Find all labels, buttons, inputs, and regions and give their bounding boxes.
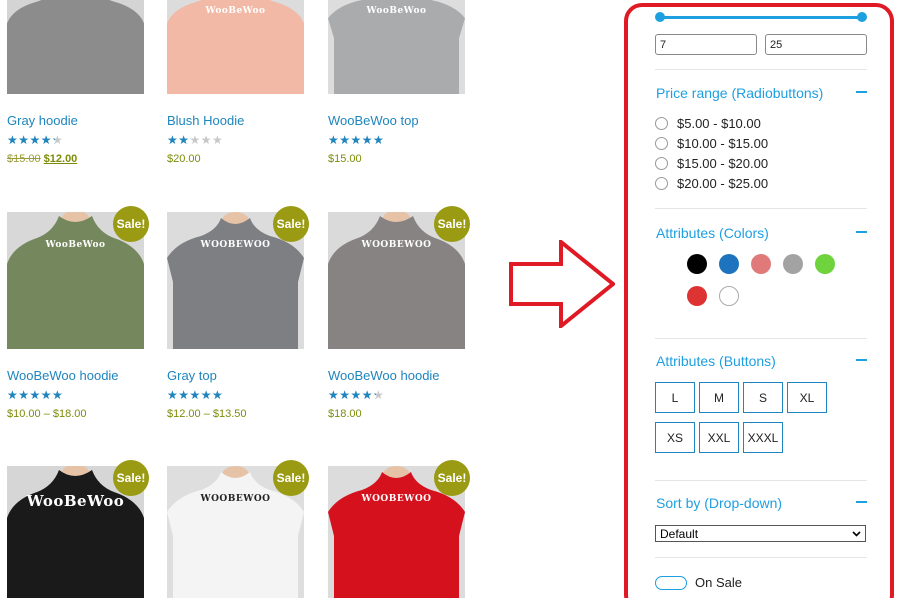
color-swatch[interactable] <box>687 254 707 274</box>
product-logo: WooBeWoo <box>366 6 427 16</box>
buttons-title[interactable]: Attributes (Buttons) <box>656 353 776 369</box>
size-button[interactable]: L <box>655 382 695 413</box>
price-range-label: $15.00 - $20.00 <box>677 155 769 171</box>
price-range-label: $10.00 - $15.00 <box>677 135 769 151</box>
product-logo: WooBeWoo <box>45 240 106 250</box>
size-button[interactable]: XXL <box>699 422 739 453</box>
divider <box>655 480 867 481</box>
product-logo: WOOBEWOO <box>200 240 271 250</box>
price-range-option[interactable]: $10.00 - $15.00 <box>655 135 768 151</box>
size-button[interactable]: M <box>699 382 739 413</box>
star-rating: ★★★★★★★★★★ <box>7 133 64 147</box>
product-price: $15.00 $12.00 <box>7 153 78 165</box>
price-range-label: $5.00 - $10.00 <box>677 115 761 131</box>
sale-badge: Sale! <box>434 206 470 242</box>
divider <box>655 69 867 70</box>
sale-badge: Sale! <box>434 460 470 496</box>
product-image[interactable]: WooBeWoo <box>167 0 304 94</box>
product-price: $18.00 <box>328 408 362 420</box>
product-image[interactable]: WooBeWoo <box>328 0 465 94</box>
chevron-down-icon <box>852 530 861 537</box>
radio-button[interactable] <box>655 116 668 130</box>
product-title[interactable]: WooBeWoo top <box>328 113 419 128</box>
sale-badge: Sale! <box>113 206 149 242</box>
collapse-icon[interactable] <box>856 359 867 361</box>
divider <box>655 338 867 339</box>
star-rating: ★★★★★★★★★★ <box>167 133 224 147</box>
color-swatch[interactable] <box>719 254 739 274</box>
product-title[interactable]: Blush Hoodie <box>167 113 244 128</box>
product-title[interactable]: Gray hoodie <box>7 113 78 128</box>
collapse-icon[interactable] <box>856 91 867 93</box>
collapse-icon[interactable] <box>856 501 867 503</box>
sale-badge: Sale! <box>273 206 309 242</box>
product-title[interactable]: WooBeWoo hoodie <box>7 368 119 383</box>
sort-select-value: Default <box>660 526 699 541</box>
color-swatch[interactable] <box>751 254 771 274</box>
size-button[interactable]: XXXL <box>743 422 783 453</box>
product-price: $12.00 – $13.50 <box>167 408 247 420</box>
radio-button[interactable] <box>655 176 668 190</box>
color-swatch[interactable] <box>687 286 707 306</box>
price-slider-track[interactable] <box>659 16 862 19</box>
on-sale-toggle[interactable] <box>655 576 687 590</box>
star-rating: ★★★★★★★★★★ <box>328 133 385 147</box>
price-min-input[interactable] <box>655 34 757 55</box>
product-logo: WooBeWoo <box>205 6 266 16</box>
price-max-input[interactable] <box>765 34 867 55</box>
arrow-right-icon <box>509 240 615 328</box>
colors-title[interactable]: Attributes (Colors) <box>656 225 769 241</box>
product-price: $10.00 – $18.00 <box>7 408 87 420</box>
radio-button[interactable] <box>655 156 668 170</box>
sale-badge: Sale! <box>273 460 309 496</box>
radio-button[interactable] <box>655 136 668 150</box>
divider <box>655 208 867 209</box>
product-logo: WOOBEWOO <box>361 240 432 250</box>
price-range-title[interactable]: Price range (Radiobuttons) <box>656 85 823 101</box>
color-swatch[interactable] <box>719 286 739 306</box>
product-image[interactable] <box>7 0 144 94</box>
price-slider-max-handle[interactable] <box>857 12 867 22</box>
product-price: $20.00 <box>167 153 201 165</box>
price-range-label: $20.00 - $25.00 <box>677 175 769 191</box>
size-button[interactable]: S <box>743 382 783 413</box>
price-range-option[interactable]: $15.00 - $20.00 <box>655 155 768 171</box>
product-title[interactable]: WooBeWoo hoodie <box>328 368 440 383</box>
price-range-option[interactable]: $20.00 - $25.00 <box>655 175 768 191</box>
on-sale-label: On Sale <box>695 575 742 590</box>
star-rating: ★★★★★★★★★★ <box>7 388 64 402</box>
product-title[interactable]: Gray top <box>167 368 217 383</box>
collapse-icon[interactable] <box>856 231 867 233</box>
size-button[interactable]: XL <box>787 382 827 413</box>
size-button[interactable]: XS <box>655 422 695 453</box>
product-logo: WOOBEWOO <box>200 494 271 504</box>
sort-title[interactable]: Sort by (Drop-down) <box>656 495 782 511</box>
sale-badge: Sale! <box>113 460 149 496</box>
sort-select[interactable]: Default <box>655 525 866 542</box>
product-price: $15.00 <box>328 153 362 165</box>
star-rating: ★★★★★★★★★★ <box>328 388 385 402</box>
color-swatch[interactable] <box>783 254 803 274</box>
color-swatch[interactable] <box>815 254 835 274</box>
product-logo: WOOBEWOO <box>361 494 432 504</box>
price-range-option[interactable]: $5.00 - $10.00 <box>655 115 761 131</box>
star-rating: ★★★★★★★★★★ <box>167 388 224 402</box>
divider <box>655 557 867 558</box>
price-slider-min-handle[interactable] <box>655 12 665 22</box>
